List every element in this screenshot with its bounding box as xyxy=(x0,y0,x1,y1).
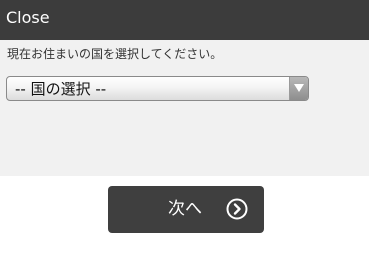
next-button[interactable]: 次へ xyxy=(108,186,264,233)
country-select-value: -- 国の選択 -- xyxy=(15,80,107,98)
country-prompt: 現在お住まいの国を選択してください。 xyxy=(7,47,223,61)
dropdown-arrow-button[interactable] xyxy=(289,77,308,100)
country-select[interactable]: -- 国の選択 -- xyxy=(6,76,309,101)
close-button[interactable]: Close xyxy=(6,8,50,28)
circle-chevron-right-icon xyxy=(226,198,248,220)
top-bar: Close xyxy=(0,0,369,40)
triangle-down-icon xyxy=(294,84,304,92)
next-button-label: 次へ xyxy=(168,199,202,219)
